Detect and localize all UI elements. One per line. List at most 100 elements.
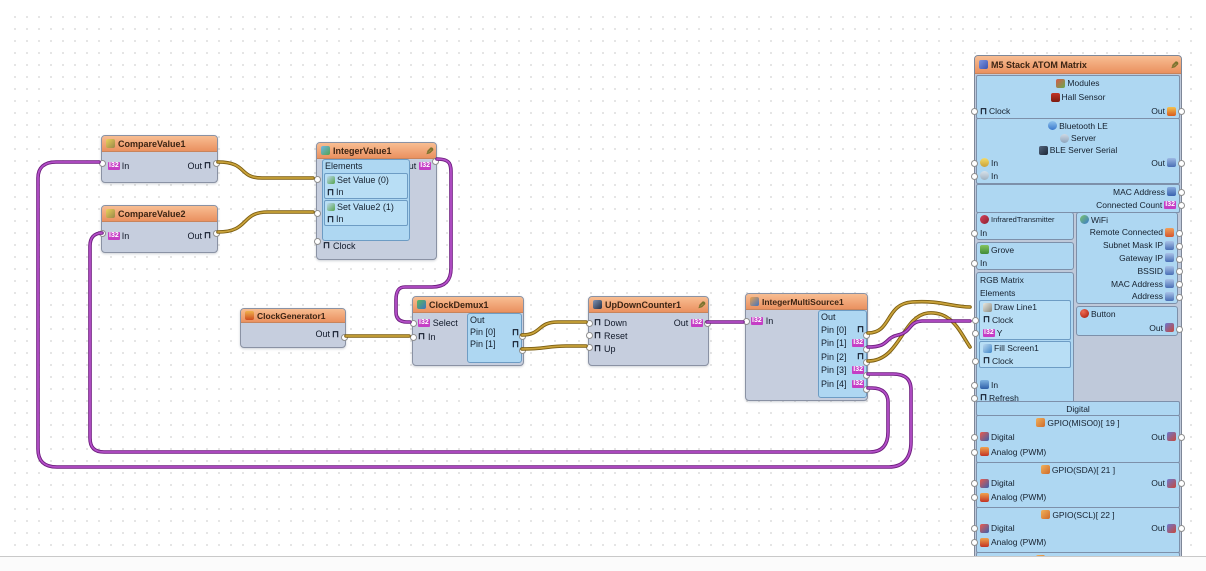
pin-gpio19-out[interactable] [1178, 434, 1185, 441]
board-panel-m5-atom-matrix[interactable]: M5 Stack ATOM Matrix ✎ Modules Hall Sens… [974, 55, 1182, 558]
pin-setvalue2-in[interactable] [314, 210, 321, 217]
bssid-icon [1165, 266, 1174, 275]
pin-serial-out[interactable] [1178, 160, 1185, 167]
block-title: IntegerValue1 [333, 146, 392, 156]
pin-gpio19-digital[interactable] [971, 434, 978, 441]
pin-address[interactable] [1176, 294, 1183, 301]
pin-in[interactable] [99, 230, 106, 237]
i32-type-icon: I32 [852, 366, 864, 374]
block-updown-counter1[interactable]: UpDownCounter1 ✎ ⊓Down ⊓Reset ⊓Up Out I3… [588, 296, 709, 366]
pin-out[interactable] [432, 158, 439, 165]
out-group-label: Out [470, 315, 485, 325]
board-header[interactable]: M5 Stack ATOM Matrix ✎ [975, 56, 1181, 74]
out-label: Out [187, 231, 202, 241]
analog-label: Analog (PWM) [991, 492, 1046, 502]
in-label: In [428, 332, 436, 342]
digital-pin-icon [980, 524, 989, 533]
wifi-label: WiFi [1091, 215, 1108, 225]
i32-type-icon: I32 [983, 329, 995, 337]
bluetooth-icon [1048, 121, 1057, 130]
pin-button-out[interactable] [1176, 326, 1183, 333]
pin-gpio22-digital[interactable] [971, 525, 978, 532]
pin-hall-clock[interactable] [971, 108, 978, 115]
pin-gpio22-out[interactable] [1178, 525, 1185, 532]
draw-line-icon [983, 303, 992, 312]
pin-out[interactable] [213, 230, 220, 237]
block-clock-demux1[interactable]: ClockDemux1 I32 Select ⊓ In Out Pin [0]⊓… [412, 296, 524, 366]
pin-out[interactable] [341, 334, 348, 341]
pin-out[interactable] [704, 320, 711, 327]
gpio-out-icon [1167, 479, 1176, 488]
pin-clock[interactable] [314, 238, 321, 245]
pin1-label: Pin [1] [470, 339, 496, 349]
pin-out0[interactable] [863, 332, 870, 339]
pin-gpio21-digital[interactable] [971, 480, 978, 487]
grove-label: Grove [991, 245, 1014, 255]
pin-in[interactable] [410, 334, 417, 341]
pin-remote-connected[interactable] [1176, 230, 1183, 237]
pin-out4[interactable] [863, 386, 870, 393]
pulse-icon: ⊓ [983, 356, 990, 365]
edit-icon[interactable]: ✎ [695, 300, 705, 308]
pin-drawline-y[interactable] [972, 330, 979, 337]
pulse-icon: ⊓ [980, 107, 987, 116]
edit-icon[interactable]: ✎ [1168, 60, 1178, 68]
block-integer-value1[interactable]: IntegerValue1 ✎ Out I32 Elements Set Val… [316, 142, 437, 260]
i32-type-icon: I32 [852, 339, 864, 347]
pin-out[interactable] [213, 160, 220, 167]
pin-gpio22-analog[interactable] [971, 539, 978, 546]
block-compare-value1[interactable]: CompareValue1 I32In Out⊓ [101, 135, 218, 183]
pin-infrared-in[interactable] [971, 230, 978, 237]
pin-out2[interactable] [863, 359, 870, 366]
in-label: In [991, 380, 998, 390]
fill-screen-element[interactable]: Fill Screen1 ⊓Clock [979, 341, 1071, 368]
set-value2-element[interactable]: Set Value2 (1) ⊓In [324, 200, 408, 226]
pin-display-in[interactable] [971, 382, 978, 389]
pin-select[interactable] [410, 320, 417, 327]
block-header[interactable]: ClockDemux1 [413, 297, 523, 313]
edit-icon[interactable]: ✎ [423, 146, 433, 154]
pin-mac-address[interactable] [1178, 189, 1185, 196]
set-value1-element[interactable]: Set Value (0) ⊓In [324, 173, 408, 199]
block-header[interactable]: IntegerValue1 ✎ [317, 143, 436, 159]
set-value-icon [327, 203, 335, 211]
pin-out3[interactable] [863, 372, 870, 379]
block-clock-generator1[interactable]: ClockGenerator1 Out⊓ [240, 308, 346, 348]
pin-out0[interactable] [519, 333, 526, 340]
pin-drawline-clock[interactable] [972, 317, 979, 324]
pin-connected-count[interactable] [1178, 202, 1185, 209]
pin-down[interactable] [586, 320, 593, 327]
pin-display-refresh[interactable] [971, 395, 978, 402]
pin-gateway-ip[interactable] [1176, 256, 1183, 263]
pin-setvalue1-in[interactable] [314, 176, 321, 183]
draw-line-element[interactable]: Draw Line1 ⊓Clock I32Y [979, 300, 1071, 340]
pin-reset[interactable] [586, 332, 593, 339]
pin-up[interactable] [586, 344, 593, 351]
pin-gpio19-analog[interactable] [971, 449, 978, 456]
pin-out1[interactable] [519, 347, 526, 354]
pin-serial-in[interactable] [971, 160, 978, 167]
pin-gpio21-out[interactable] [1178, 480, 1185, 487]
block-header[interactable]: CompareValue2 [102, 206, 217, 222]
block-compare-value2[interactable]: CompareValue2 I32In Out⊓ [101, 205, 218, 253]
pin-gpio21-analog[interactable] [971, 494, 978, 501]
pin-in[interactable] [99, 160, 106, 167]
pin-fillscreen-clock[interactable] [972, 358, 979, 365]
block-integer-multi-source1[interactable]: IntegerMultiSource1 I32 In Out Pin [0]⊓ … [745, 293, 868, 401]
pin-in[interactable] [743, 318, 750, 325]
block-header[interactable]: CompareValue1 [102, 136, 217, 152]
block-header[interactable]: IntegerMultiSource1 [746, 294, 867, 310]
pin-subnet-mask[interactable] [1176, 243, 1183, 250]
block-header[interactable]: UpDownCounter1 ✎ [589, 297, 708, 313]
pin-hall-out[interactable] [1178, 108, 1185, 115]
pin-connect-in[interactable] [971, 173, 978, 180]
display-icon [980, 380, 989, 389]
block-header[interactable]: ClockGenerator1 [241, 309, 345, 323]
elements-box[interactable]: Elements Set Value (0) ⊓In Set Value2 (1… [322, 159, 410, 241]
pin-grove-in[interactable] [971, 260, 978, 267]
pin-bssid[interactable] [1176, 268, 1183, 275]
pin-out1[interactable] [863, 346, 870, 353]
pin-wifi-mac[interactable] [1176, 281, 1183, 288]
grove-icon [980, 245, 989, 254]
block-title: CompareValue2 [118, 209, 186, 219]
